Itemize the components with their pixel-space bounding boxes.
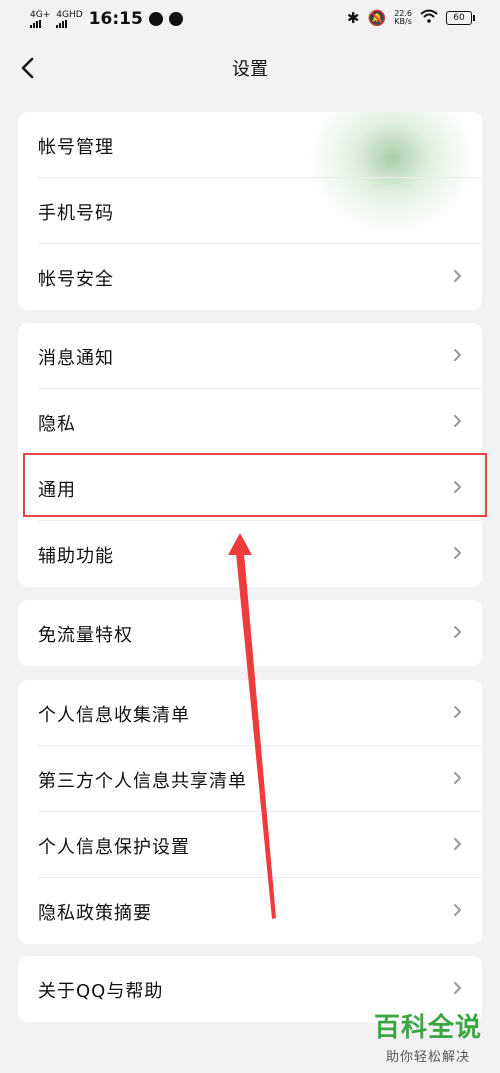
settings-item-label: 辅助功能 (38, 546, 114, 567)
chevron-right-icon (454, 270, 461, 282)
data-free-section: 免流量特权 (18, 600, 482, 666)
chevron-right-icon (454, 349, 461, 361)
signal-icon-2: 4GHD (56, 9, 83, 28)
network-speed-unit: KB/s (394, 17, 412, 26)
settings-item-privacy-policy-summary[interactable]: 隐私政策摘要 (18, 878, 482, 944)
settings-item-label: 通用 (38, 480, 76, 501)
chevron-right-icon (454, 982, 461, 994)
chevron-right-icon (454, 481, 461, 493)
wifi-icon (420, 9, 438, 27)
signal-icon: 4G+ (30, 9, 51, 28)
settings-item-info-collection-list[interactable]: 个人信息收集清单 (18, 680, 482, 746)
watermark-title: 百科全说 (373, 1013, 482, 1043)
chevron-right-icon (454, 626, 461, 638)
settings-item-data-free-privilege[interactable]: 免流量特权 (18, 600, 482, 666)
clock: 16:15 (88, 9, 143, 29)
chevron-right-icon (454, 415, 461, 427)
app-notification-icon (168, 12, 183, 26)
chevron-right-icon (454, 547, 461, 559)
settings-item-label: 帐号安全 (38, 269, 114, 290)
general-section: 消息通知 隐私 通用 辅助功能 (18, 323, 482, 587)
settings-item-account-security[interactable]: 帐号安全 (18, 244, 482, 310)
personal-info-section: 个人信息收集清单 第三方个人信息共享清单 个人信息保护设置 隐私政策摘要 (18, 680, 482, 944)
settings-item-label: 隐私 (38, 414, 76, 435)
status-bar: 4G+ 4GHD 16:15 ✱ 🔕 22.6 KB/s 60 (0, 0, 500, 40)
settings-item-label: 消息通知 (38, 348, 114, 369)
battery-level: 60 (453, 13, 465, 23)
message-notification-icon (148, 12, 163, 26)
settings-item-privacy[interactable]: 隐私 (18, 389, 482, 455)
watermark-subtitle: 助你轻松解决 (385, 1050, 470, 1065)
settings-item-label: 隐私政策摘要 (38, 903, 152, 924)
chevron-right-icon (454, 772, 461, 784)
settings-item-phone-number[interactable]: 手机号码 (18, 178, 482, 244)
account-section: 帐号管理 手机号码 帐号安全 (18, 112, 482, 310)
settings-item-third-party-sharing-list[interactable]: 第三方个人信息共享清单 (18, 746, 482, 812)
settings-item-label: 帐号管理 (38, 137, 114, 158)
battery-icon: 60 (446, 11, 475, 25)
settings-item-label: 关于QQ与帮助 (38, 981, 164, 1002)
network-speed: 22.6 KB/s (394, 10, 412, 26)
nav-bar: 设置 (0, 40, 500, 96)
page-title: 设置 (232, 59, 268, 80)
chevron-right-icon (454, 706, 461, 718)
settings-item-account-management[interactable]: 帐号管理 (18, 112, 482, 178)
settings-item-label: 手机号码 (38, 203, 114, 224)
network-type-1: 4G+ (30, 9, 51, 20)
chevron-right-icon (454, 838, 461, 850)
mute-icon: 🔕 (367, 9, 387, 27)
settings-item-general[interactable]: 通用 (18, 455, 482, 521)
settings-item-accessibility[interactable]: 辅助功能 (18, 521, 482, 587)
settings-item-label: 个人信息收集清单 (38, 705, 190, 726)
chevron-right-icon (454, 904, 461, 916)
settings-item-notifications[interactable]: 消息通知 (18, 323, 482, 389)
bluetooth-icon: ✱ (346, 9, 360, 27)
settings-item-label: 个人信息保护设置 (38, 837, 190, 858)
network-type-2: 4GHD (56, 9, 83, 20)
watermark: 百科全说 助你轻松解决 (368, 1007, 488, 1065)
settings-item-label: 免流量特权 (38, 625, 133, 646)
settings-item-label: 第三方个人信息共享清单 (38, 771, 247, 792)
settings-item-info-protection[interactable]: 个人信息保护设置 (18, 812, 482, 878)
